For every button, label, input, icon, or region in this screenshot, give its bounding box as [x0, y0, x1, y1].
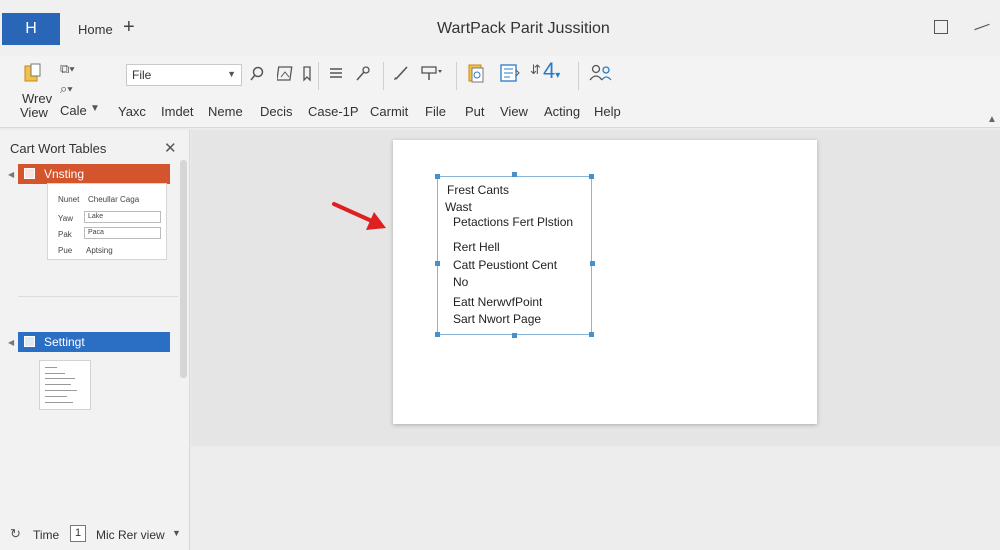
- format-brush-icon[interactable]: [420, 64, 444, 85]
- text-line[interactable]: Rert Hell: [453, 241, 500, 253]
- view-group-label-1: Wrev: [22, 91, 53, 106]
- text-line[interactable]: No: [453, 276, 468, 288]
- text-line[interactable]: Petactions Fert Plstion: [453, 216, 573, 228]
- thumbnail-line: [45, 396, 67, 397]
- app-icon-letter: H: [25, 20, 37, 37]
- resize-handle[interactable]: [512, 333, 517, 338]
- text-line[interactable]: Catt Peustiont Cent: [453, 259, 557, 271]
- find-icon[interactable]: ⌕▾: [60, 82, 73, 95]
- ribbon-tab-case-1p[interactable]: Case-1P: [308, 104, 359, 119]
- expand-arrow-icon[interactable]: ◀: [8, 338, 14, 347]
- pointer-arrow-icon: [332, 202, 386, 230]
- search-icon[interactable]: [249, 66, 265, 85]
- app-icon-button[interactable]: H: [2, 13, 60, 45]
- resize-handle[interactable]: [435, 332, 440, 337]
- font-name-value: File: [132, 68, 152, 82]
- ribbon-tab-yaxc[interactable]: Yaxc: [118, 104, 146, 119]
- thumbnail-line: [45, 373, 65, 374]
- resize-handle[interactable]: [589, 174, 594, 179]
- slide-thumbnail[interactable]: [39, 360, 91, 410]
- card-header-right: Cheullar Caga: [88, 195, 140, 204]
- ribbon-divider: [383, 62, 384, 90]
- cale-dropdown-icon[interactable]: ▼: [90, 104, 100, 114]
- ribbon-collapse-icon[interactable]: ▲: [987, 114, 997, 125]
- clipboard-icon[interactable]: [22, 62, 44, 87]
- share-people-icon[interactable]: [588, 62, 614, 87]
- page-number[interactable]: 1: [70, 525, 86, 542]
- thumbnail-line: [45, 384, 71, 385]
- ribbon-tab-imdet[interactable]: Imdet: [161, 104, 194, 119]
- ribbon-divider: [578, 62, 579, 90]
- thumbnail-line: [45, 402, 73, 403]
- text-line[interactable]: Frest Cants: [447, 184, 509, 196]
- section-label: Vnsting: [44, 167, 85, 181]
- section-settingt[interactable]: Settingt: [18, 332, 170, 352]
- home-tab[interactable]: Home: [78, 22, 113, 37]
- card-row-value: Aptsing: [86, 246, 113, 255]
- ribbon-tab-acting[interactable]: Acting: [544, 104, 580, 119]
- checkbox-icon[interactable]: [24, 336, 35, 347]
- pane-divider: [18, 296, 178, 297]
- chevron-down-icon: ▼: [227, 69, 236, 79]
- pane-scrollbar[interactable]: [180, 160, 187, 378]
- checkbox-icon[interactable]: [24, 168, 35, 179]
- section-card[interactable]: Nunet Cheullar Caga Yaw Lake Pak Paca Pu…: [47, 183, 167, 260]
- resize-handle[interactable]: [435, 261, 440, 266]
- resize-handle[interactable]: [435, 174, 440, 179]
- font-size-icon[interactable]: 4▾: [543, 60, 560, 82]
- resize-handle[interactable]: [512, 172, 517, 177]
- view-mode-label[interactable]: Mic Rer view: [96, 528, 165, 542]
- clock-icon[interactable]: ↻: [10, 526, 21, 542]
- chevron-down-icon[interactable]: ▼: [172, 528, 181, 538]
- add-tab-button[interactable]: +: [123, 16, 135, 39]
- bookmark-icon[interactable]: [302, 65, 312, 85]
- pen-tool-icon[interactable]: [354, 65, 372, 85]
- cale-button[interactable]: Cale: [60, 104, 87, 117]
- ribbon-tab-view[interactable]: View: [500, 104, 528, 119]
- edit-icon[interactable]: [392, 64, 410, 85]
- expand-arrow-icon[interactable]: ◀: [8, 170, 14, 179]
- close-icon[interactable]: ✕: [164, 139, 177, 157]
- status-bar: ↻ Time 1 Mic Rer view ▼: [0, 520, 190, 550]
- align-icon[interactable]: [328, 65, 344, 84]
- thumbnail-line: [45, 378, 75, 379]
- ribbon-tab-help[interactable]: Help: [594, 104, 621, 119]
- restore-window-button[interactable]: [934, 20, 948, 34]
- resize-handle[interactable]: [590, 261, 595, 266]
- thumbnail-line: [45, 367, 57, 368]
- ribbon-tab-put[interactable]: Put: [465, 104, 485, 119]
- section-label: Settingt: [44, 335, 85, 349]
- section-vnsting[interactable]: Vnsting: [18, 164, 170, 184]
- text-line[interactable]: Sart Nwort Page: [453, 313, 541, 325]
- ribbon-divider: [456, 62, 457, 90]
- document-title: WartPack Parit Jussition: [437, 20, 610, 37]
- format-painter-icon[interactable]: ⧉▾: [60, 62, 75, 75]
- resize-handle[interactable]: [589, 332, 594, 337]
- text-line[interactable]: Wast: [445, 201, 472, 213]
- minimize-window-button[interactable]: —: [971, 16, 992, 38]
- ribbon-tab-neme[interactable]: Neme: [208, 104, 243, 119]
- text-line[interactable]: Eatt NerwvfPoint: [453, 296, 542, 308]
- ribbon-tab-decis[interactable]: Decis: [260, 104, 293, 119]
- ribbon-divider: [318, 62, 319, 90]
- lower-workspace: [191, 446, 1000, 550]
- thumbnail-line: [45, 390, 77, 391]
- font-name-dropdown[interactable]: File ▼: [126, 64, 242, 86]
- image-icon[interactable]: [276, 65, 294, 85]
- new-document-icon[interactable]: [466, 62, 486, 87]
- card-row-label: Pue: [58, 246, 73, 255]
- view-group-label-2[interactable]: View: [20, 106, 48, 119]
- card-row-label: Yaw: [58, 214, 73, 223]
- ribbon-tab-file[interactable]: File: [425, 104, 446, 119]
- ribbon-tab-carmit[interactable]: Carmit: [370, 104, 408, 119]
- card-row-field[interactable]: Paca: [84, 227, 161, 239]
- card-row-field[interactable]: Lake: [84, 211, 161, 223]
- title-bar: H Home + WartPack Parit Jussition —: [0, 0, 1000, 56]
- pane-title: Cart Wort Tables: [10, 141, 107, 156]
- document-layout-icon[interactable]: [498, 62, 520, 87]
- time-label[interactable]: Time: [33, 528, 59, 542]
- card-row-label: Pak: [58, 230, 72, 239]
- card-header-left: Nunet: [58, 195, 80, 204]
- sort-icon[interactable]: ⇵: [530, 63, 541, 76]
